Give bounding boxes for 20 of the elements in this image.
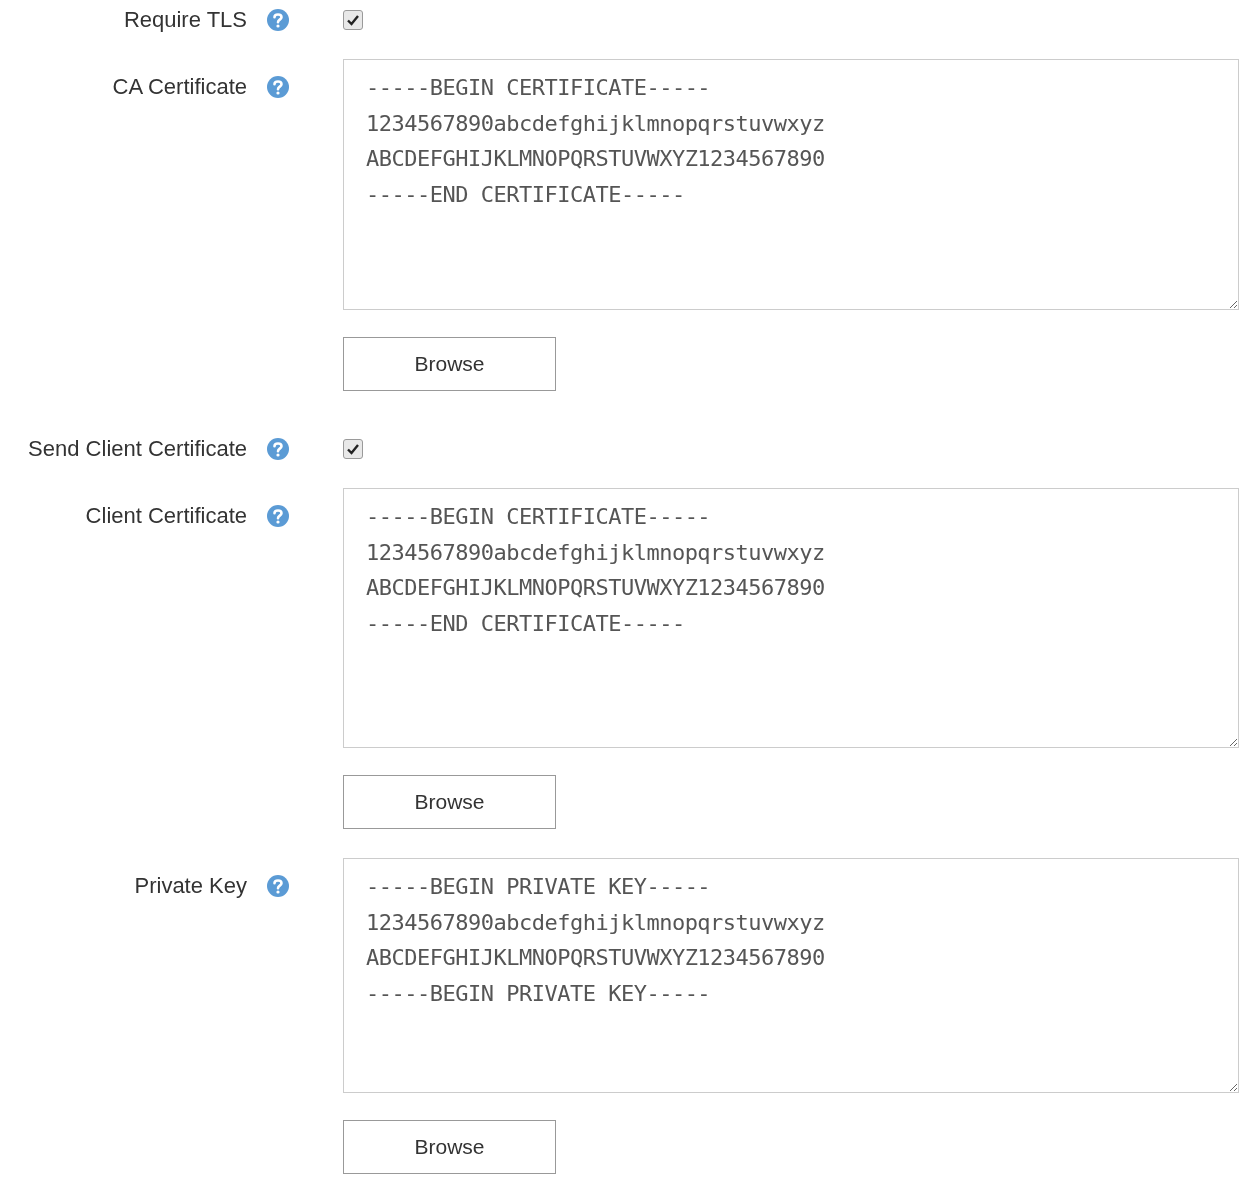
- checkbox[interactable]: [343, 10, 363, 30]
- browse-button[interactable]: Browse: [343, 775, 556, 829]
- certificate-textarea[interactable]: -----BEGIN PRIVATE KEY----- 1234567890abcdefghijklmnopqrstuvwxyz ABCDEFGHIJKLMNOPQRSTUVWXYZ1234567890 -----BEGIN PRIVATE KEY-----: [343, 858, 1239, 1093]
- help-icon[interactable]: [266, 874, 290, 898]
- help-icon[interactable]: [266, 75, 290, 99]
- certificate-textarea[interactable]: -----BEGIN CERTIFICATE----- 1234567890abcdefghijklmnopqrstuvwxyz ABCDEFGHIJKLMNOPQRSTUVWXYZ1234567890 -----END CERTIFICATE-----: [343, 59, 1239, 310]
- certificate-textarea[interactable]: -----BEGIN CERTIFICATE----- 1234567890abcdefghijklmnopqrstuvwxyz ABCDEFGHIJKLMNOPQRSTUVWXYZ1234567890 -----END CERTIFICATE-----: [343, 488, 1239, 748]
- browse-button[interactable]: Browse: [343, 1120, 556, 1174]
- help-icon[interactable]: [266, 8, 290, 32]
- checkmark-icon: [346, 442, 360, 456]
- browse-button[interactable]: Browse: [343, 337, 556, 391]
- field-label: Require TLS: [123, 6, 247, 34]
- field-label: CA Certificate: [112, 73, 247, 101]
- field-label: Private Key: [134, 872, 247, 900]
- help-icon[interactable]: [266, 504, 290, 528]
- help-icon[interactable]: [266, 437, 290, 461]
- field-label: Send Client Certificate: [28, 435, 247, 463]
- field-label: Client Certificate: [85, 502, 247, 530]
- checkbox[interactable]: [343, 439, 363, 459]
- checkmark-icon: [346, 13, 360, 27]
